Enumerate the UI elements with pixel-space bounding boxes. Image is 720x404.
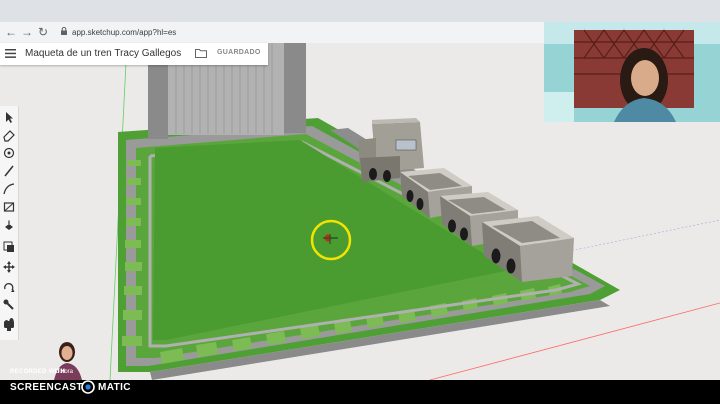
eraser-icon[interactable] xyxy=(2,128,16,142)
tape-measure-icon[interactable] xyxy=(2,298,16,312)
line-icon[interactable] xyxy=(2,164,16,178)
tool-palette xyxy=(0,106,19,340)
save-status: GUARDADO xyxy=(217,49,261,56)
url-text[interactable]: app.sketchup.com/app?hl=es xyxy=(72,25,176,40)
orbit-icon[interactable] xyxy=(2,318,16,332)
screencast-brand-left: SCREENCAST xyxy=(10,382,83,393)
rectangle-icon[interactable] xyxy=(2,200,16,214)
presenter-name: Cotora xyxy=(55,369,74,375)
move-icon[interactable] xyxy=(2,260,16,274)
sketchup-title-bar: Maqueta de un tren Tracy Gallegos GUARDA… xyxy=(0,43,268,65)
offset-icon[interactable] xyxy=(2,240,16,254)
folder-icon[interactable] xyxy=(195,48,207,58)
screencast-brand-right: MATIC xyxy=(98,382,131,393)
rotate-icon[interactable] xyxy=(2,280,16,294)
screencast-logo-icon xyxy=(81,380,95,394)
push-pull-icon[interactable] xyxy=(2,220,16,234)
webcam-overlay xyxy=(544,22,720,122)
hamburger-menu-icon[interactable] xyxy=(5,49,16,58)
arrow-right-icon[interactable]: → xyxy=(20,24,34,40)
model-title[interactable]: Maqueta de un tren Tracy Gallegos xyxy=(25,47,181,61)
browser-tab-strip xyxy=(0,0,720,22)
arc-icon[interactable] xyxy=(2,182,16,196)
screen: ← → ↻ app.sketchup.com/app?hl=es Maqueta… xyxy=(0,0,720,404)
select-icon[interactable] xyxy=(2,110,16,124)
lock-icon xyxy=(61,27,67,35)
paint-bucket-icon[interactable] xyxy=(2,146,16,160)
reload-icon[interactable]: ↻ xyxy=(36,24,50,40)
arrow-left-icon[interactable]: ← xyxy=(4,24,18,40)
